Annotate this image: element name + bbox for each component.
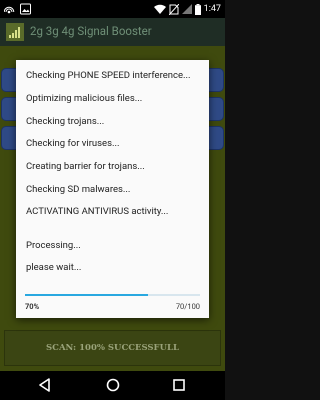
wifi-icon <box>153 4 166 14</box>
wait-text: please wait... <box>26 262 82 273</box>
dialog-line: Checking SD malwares... <box>26 184 131 195</box>
progress-fill <box>25 294 148 296</box>
navigation-bar <box>0 371 225 400</box>
signal-icon <box>181 4 192 14</box>
progress-dialog: Checking PHONE SPEED interference... Opt… <box>16 60 209 318</box>
progress-count: 70/100 <box>175 302 200 311</box>
dialog-line: Checking PHONE SPEED interference... <box>26 70 191 81</box>
photo-icon <box>20 3 31 15</box>
scan-result-button[interactable]: SCAN: 100% SUCCESSFULL <box>4 330 221 366</box>
progress-percent: 70% <box>25 302 40 311</box>
hotspot-icon <box>4 6 15 14</box>
battery-icon <box>194 3 201 15</box>
no-sim-icon <box>168 3 179 15</box>
dialog-line: Optimizing malicious files... <box>26 93 143 104</box>
back-icon[interactable] <box>37 377 53 393</box>
status-time: 1:47 <box>203 4 221 14</box>
scan-result-label: SCAN: 100% SUCCESSFULL <box>46 343 179 353</box>
home-icon[interactable] <box>105 377 121 393</box>
status-bar: 1:47 <box>0 0 225 18</box>
dialog-line: ACTIVATING ANTIVIRUS activity... <box>26 206 169 217</box>
dialog-line: Creating barrier for trojans... <box>26 161 145 172</box>
recents-icon[interactable] <box>171 377 187 393</box>
signal-bars-icon <box>6 23 24 41</box>
app-title: 2g 3g 4g Signal Booster <box>30 24 152 38</box>
app-bar: 2g 3g 4g Signal Booster <box>0 18 225 46</box>
processing-text: Processing... <box>26 240 81 251</box>
dialog-line: Checking trojans... <box>26 116 105 127</box>
progress-bar <box>25 294 200 296</box>
dialog-line: Checking for viruses... <box>26 138 120 149</box>
status-icons: 1:47 <box>153 3 221 15</box>
